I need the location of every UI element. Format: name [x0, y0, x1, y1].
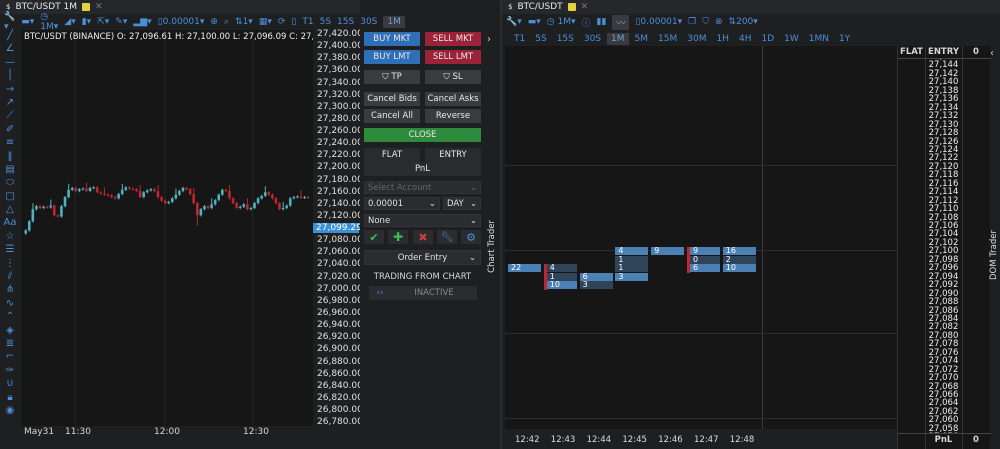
pnl-label: PnL [934, 435, 953, 445]
time-label: 12:45 [622, 435, 647, 445]
tf-1h[interactable]: 1H [712, 33, 733, 45]
price-ladder: 27,14627,14427,14227,14027,13827,13627,1… [0, 59, 1000, 433]
interval-select[interactable]: ◷ 1M▾ [547, 17, 576, 27]
collapse-chevron-icon[interactable]: ‹ [990, 48, 994, 59]
depth-select[interactable]: ⇅200▾ [729, 17, 758, 27]
tf-15s[interactable]: 15S [337, 17, 354, 27]
tab-icon: $ [6, 3, 11, 11]
tf-15m[interactable]: 15M [654, 33, 681, 45]
close-icon[interactable]: ✕ [95, 2, 103, 12]
tf-t1[interactable]: T1 [302, 17, 313, 27]
price-label: 27,420.00 [317, 29, 363, 39]
draw-icon[interactable]: ✎▾ [115, 17, 127, 27]
time-label: 12:44 [586, 435, 612, 445]
shield-icon[interactable]: ⛉ [702, 17, 709, 27]
tf-5s[interactable]: 5S [320, 17, 331, 27]
time-label: 12:48 [729, 435, 755, 445]
tf-1y[interactable]: 1Y [835, 33, 854, 45]
entry-header: ENTRY [928, 47, 959, 57]
info-icon[interactable]: ⓘ [582, 16, 591, 29]
cancel-shield-icon[interactable]: ⊗ [715, 17, 723, 27]
tf-1w[interactable]: 1W [780, 33, 803, 45]
interval-select[interactable]: ◷ 1M▾ [40, 12, 58, 32]
line-chart-icon[interactable]: 〰 [612, 14, 630, 30]
line-icon[interactable]: ╱ [7, 30, 13, 42]
dom-tab[interactable]: $ BTC/USDT ✕ [502, 0, 1000, 14]
tf-1d[interactable]: 1D [757, 33, 778, 45]
tf-4h[interactable]: 4H [735, 33, 756, 45]
folder-icon[interactable]: ▬▾ [528, 17, 541, 27]
tick-select[interactable]: ▯0.00001▾ [158, 17, 205, 27]
buy-market-button[interactable]: BUY MKT [364, 32, 420, 46]
tab-title: BTC/USDT [517, 2, 563, 12]
timeframe-bar: T1 5S 15S 30S 1M 5M 15M 30M 1H 4H 1D 1W 1MN 1Y [510, 32, 856, 46]
tf-1mn[interactable]: 1MN [805, 33, 833, 45]
sell-market-button[interactable]: SELL MKT [425, 32, 481, 46]
copy-icon[interactable]: ❐ [688, 17, 696, 27]
time-label: 12:42 [515, 435, 540, 445]
search-icon[interactable]: ⌕ [224, 17, 229, 27]
cursor-icon[interactable]: ⇱▾ [97, 17, 109, 27]
tf-5s[interactable]: 5S [531, 33, 550, 45]
ohlc-legend: BTC/USDT (BINANCE) O: 27,096.61 H: 27,10… [24, 32, 339, 42]
tf-30m[interactable]: 30M [683, 33, 710, 45]
tab-title: BTC/USDT 1M [15, 2, 78, 12]
refresh-icon[interactable]: ⟳ [278, 17, 286, 27]
wrench-icon[interactable]: 🔧▾ [506, 17, 522, 27]
indicators-icon[interactable]: ▂▆▾ [133, 17, 151, 27]
bars-icon[interactable]: ▮▮ [597, 17, 607, 27]
tf-1m[interactable]: 1M [607, 33, 629, 45]
calendar-icon[interactable]: ▦▾ [259, 17, 272, 27]
tf-1m[interactable]: 1M [383, 16, 405, 28]
depth-value: 200 [736, 17, 754, 27]
flat-header: FLAT [900, 47, 923, 57]
link-color-icon[interactable] [567, 3, 576, 11]
tick-value: 0.00001 [162, 17, 200, 27]
link-color-icon[interactable] [82, 3, 91, 11]
zoom-in-icon[interactable]: ⊕ [210, 17, 218, 27]
sort-icon[interactable]: ⇅1▾ [235, 17, 253, 27]
pnl-value: 0 [973, 435, 979, 445]
tf-15s[interactable]: 15S [553, 33, 578, 45]
tick-select[interactable]: ▯0.00001▾ [635, 17, 682, 27]
close-icon[interactable]: ✕ [581, 2, 589, 12]
tf-t1[interactable]: T1 [510, 33, 529, 45]
dom-trader-label[interactable]: DOM Trader [989, 230, 999, 280]
time-label: 12:43 [550, 435, 576, 445]
time-label: 12:47 [694, 435, 719, 445]
tab-icon: $ [508, 3, 513, 11]
dom-toolbar: 🔧▾ ▬▾ ◷ 1M▾ ⓘ ▮▮ 〰 ▯0.00001▾ ❐ ⛉ ⊗ ⇅200▾ [506, 14, 758, 30]
bars-icon[interactable]: ▮▾ [82, 17, 91, 27]
price-label: 27,400.00 [317, 41, 363, 52]
count-value: 1 [242, 17, 249, 27]
tf-30s[interactable]: 30S [580, 33, 605, 45]
mouse-icon[interactable]: ▯ [291, 17, 296, 27]
folder-icon[interactable]: ▬▾ [21, 17, 34, 27]
chart-toolbar: 🔧▾ ▬▾ ◷ 1M▾ ◢▾ ▮▾ ⇱▾ ✎▾ ▂▆▾ ▯0.00001▾ ⊕ … [4, 12, 405, 32]
tf-30s[interactable]: 30S [360, 17, 377, 27]
interval-value: 1M [557, 17, 571, 27]
position-header: 0 [973, 47, 979, 57]
tf-5m[interactable]: 5M [631, 33, 653, 45]
time-label: 12:46 [658, 435, 683, 445]
wrench-icon[interactable]: 🔧▾ [4, 12, 15, 32]
tick-value: 0.00001 [640, 17, 678, 27]
angle-icon[interactable]: ∠ [6, 43, 15, 55]
chart-type-icon[interactable]: ◢▾ [64, 17, 75, 27]
collapse-chevron-icon[interactable]: › [487, 34, 491, 45]
